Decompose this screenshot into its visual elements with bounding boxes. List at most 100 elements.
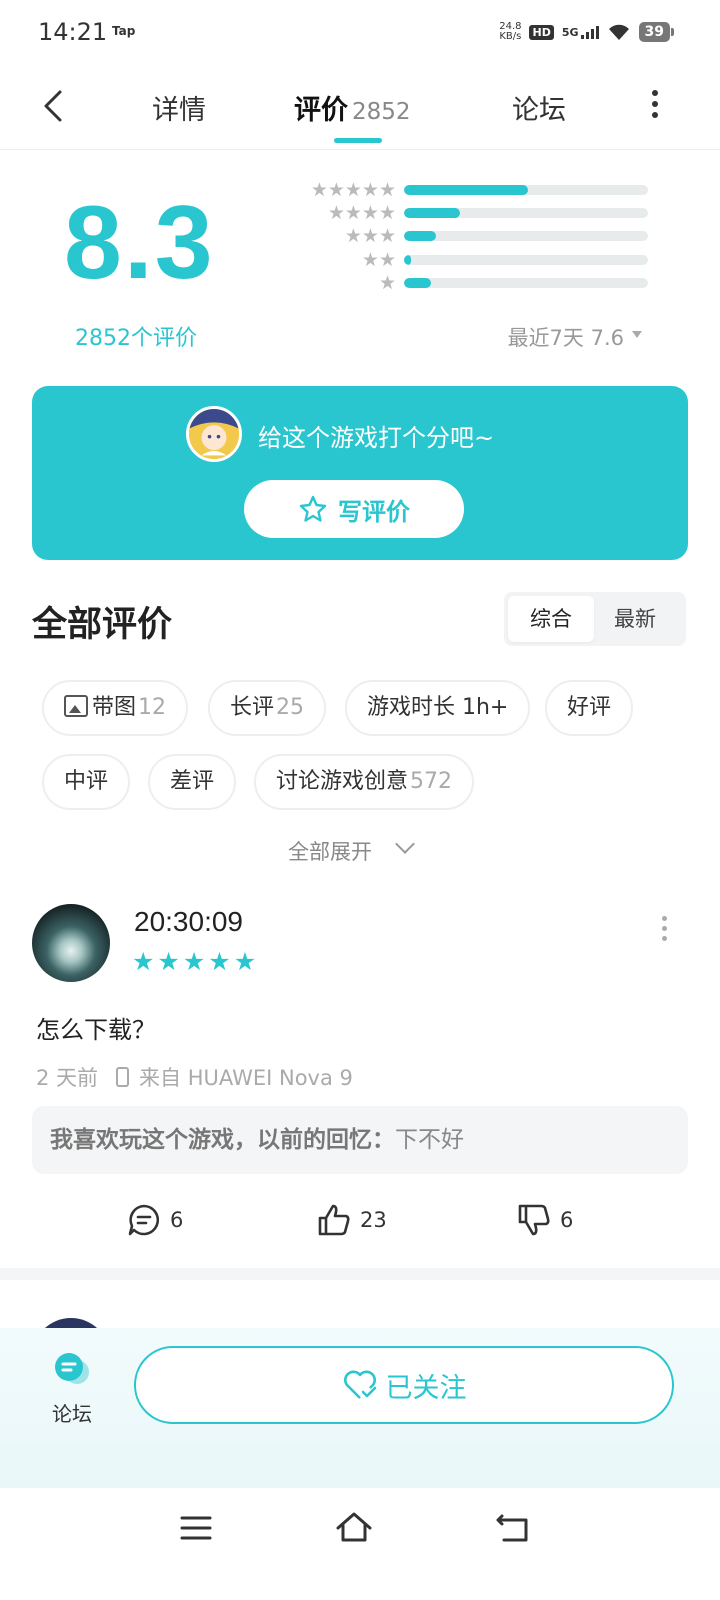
filter-chip-long[interactable]: 长评25	[208, 680, 327, 736]
filter-chip-discuss-creativity[interactable]: 讨论游戏创意572	[254, 754, 475, 810]
reviewer-name[interactable]: 20:30:09	[134, 906, 243, 938]
tag-question: 我喜欢玩这个游戏，以前的回忆：	[50, 1127, 395, 1153]
dislike-button[interactable]: 6	[516, 1202, 573, 1238]
tab-details[interactable]: 详情	[152, 88, 206, 127]
comment-button[interactable]: 6	[126, 1202, 183, 1238]
follow-button[interactable]: 已关注	[134, 1346, 674, 1424]
rating-row-4: ★★★★	[258, 203, 648, 223]
forum-icon[interactable]	[52, 1350, 92, 1390]
thumbs-up-icon	[318, 1204, 350, 1236]
dislike-count: 6	[560, 1208, 574, 1232]
filter-label: 差评	[170, 769, 215, 794]
filter-chip-with-images[interactable]: 带图12	[42, 680, 189, 736]
filter-label: 长评	[230, 695, 275, 720]
network-type: 5G	[561, 25, 579, 39]
status-bar: 14:21 Tap 24.8 KB/s HD 5G 39	[0, 0, 720, 64]
forum-label[interactable]: 论坛	[52, 1398, 92, 1427]
rating-bar-track	[404, 231, 648, 241]
star-outline-icon	[299, 495, 327, 522]
active-tab-indicator	[334, 138, 382, 143]
tab-forum[interactable]: 论坛	[512, 88, 566, 127]
back-icon[interactable]	[494, 1508, 534, 1548]
tag-answer: 下不好	[395, 1127, 464, 1153]
write-review-label: 写评价	[338, 497, 410, 526]
battery-icon: 39	[638, 22, 675, 42]
filter-label: 游戏时长 1h+	[367, 695, 509, 720]
filter-count: 25	[276, 695, 305, 720]
rating-bar-fill	[404, 278, 431, 288]
star-icon: ★	[132, 947, 155, 976]
thumbs-down-icon	[518, 1204, 550, 1236]
sort-option-overall[interactable]: 综合	[508, 596, 594, 642]
overall-score: 8.3	[64, 185, 215, 301]
rating-bar-fill	[404, 231, 436, 241]
filter-chip-positive[interactable]: 好评	[545, 680, 634, 736]
review-device: 来自 HUAWEI Nova 9	[139, 1066, 353, 1090]
filter-label: 带图	[92, 695, 137, 720]
rating-bar-fill	[404, 185, 529, 195]
star-icons: ★★	[361, 249, 396, 271]
star-icons: ★★★★	[327, 202, 396, 224]
star-icon: ★	[208, 947, 231, 976]
rating-bar-fill	[404, 208, 461, 218]
tab-reviews-count: 2852	[352, 99, 411, 125]
filter-label: 讨论游戏创意	[276, 769, 409, 794]
back-arrow-icon[interactable]	[38, 86, 70, 126]
filter-chip-negative[interactable]: 差评	[148, 754, 237, 810]
comment-icon	[128, 1204, 160, 1236]
reviewer-avatar[interactable]	[32, 904, 110, 982]
hd-icon: HD	[529, 24, 554, 40]
rating-bar-track	[404, 208, 648, 218]
more-options-icon[interactable]	[650, 90, 660, 122]
rate-prompt: 给这个游戏打个分吧~	[258, 424, 495, 452]
home-icon[interactable]	[334, 1508, 374, 1548]
review-meta: 2 天前 来自 HUAWEI Nova 9	[36, 1062, 353, 1092]
filter-count: 12	[138, 695, 167, 720]
review-text[interactable]: 怎么下载？	[36, 1010, 156, 1045]
star-icon: ★	[182, 947, 206, 976]
review-stars: ★ ★ ★ ★ ★	[132, 948, 256, 976]
net-speed-unit: KB/s	[499, 31, 522, 42]
rating-row-2: ★★	[258, 250, 648, 270]
filter-chip-playtime[interactable]: 游戏时长 1h+	[345, 680, 531, 736]
like-button[interactable]: 23	[316, 1202, 387, 1238]
sort-toggle: 综合 最新	[504, 592, 686, 646]
rating-count: 2852个评价	[75, 326, 197, 351]
star-icon: ★	[233, 947, 257, 976]
menu-icon[interactable]	[176, 1508, 216, 1548]
filter-chip-neutral[interactable]: 中评	[42, 754, 131, 810]
status-indicators: 24.8 KB/s HD 5G 39	[499, 22, 675, 42]
system-nav-bar	[0, 1488, 720, 1600]
dropdown-arrow-icon	[632, 331, 642, 338]
review-time: 2 天前	[36, 1066, 99, 1090]
star-icons: ★★★★★	[310, 179, 396, 201]
rating-bar-track	[404, 185, 648, 195]
review-more-icon[interactable]	[662, 916, 668, 946]
star-icons: ★★★	[344, 225, 396, 247]
recent-score-dropdown[interactable]: 最近7天 7.6	[508, 322, 642, 352]
mascot-avatar	[186, 406, 242, 462]
review-tag-answer[interactable]: 我喜欢玩这个游戏，以前的回忆：下不好	[32, 1106, 688, 1174]
rating-bar-track	[404, 278, 648, 288]
like-count: 23	[360, 1208, 387, 1232]
chevron-down-icon	[395, 834, 415, 854]
top-nav: 详情 评价 2852 论坛	[0, 64, 720, 150]
rating-row-3: ★★★	[258, 226, 648, 246]
rate-game-banner: 给这个游戏打个分吧~ 写评价	[32, 386, 688, 560]
filter-label: 好评	[567, 695, 612, 720]
tab-reviews[interactable]: 评价 2852	[294, 88, 411, 127]
bottom-action-bar: 论坛 已关注	[0, 1328, 720, 1488]
expand-all-button[interactable]: 全部展开	[288, 836, 372, 866]
status-time: 14:21	[38, 18, 108, 46]
rating-bar-fill	[404, 255, 412, 265]
star-icon: ★	[157, 947, 180, 976]
rating-row-5: ★★★★★	[258, 180, 648, 200]
sort-option-latest[interactable]: 最新	[592, 596, 678, 642]
rating-bar-track	[404, 255, 648, 265]
write-review-button[interactable]: 写评价	[244, 480, 464, 538]
image-icon	[64, 695, 88, 717]
section-divider	[0, 1268, 720, 1280]
filter-count: 572	[410, 769, 453, 794]
rating-row-1: ★	[258, 273, 648, 293]
tab-reviews-label: 评价	[294, 95, 348, 126]
